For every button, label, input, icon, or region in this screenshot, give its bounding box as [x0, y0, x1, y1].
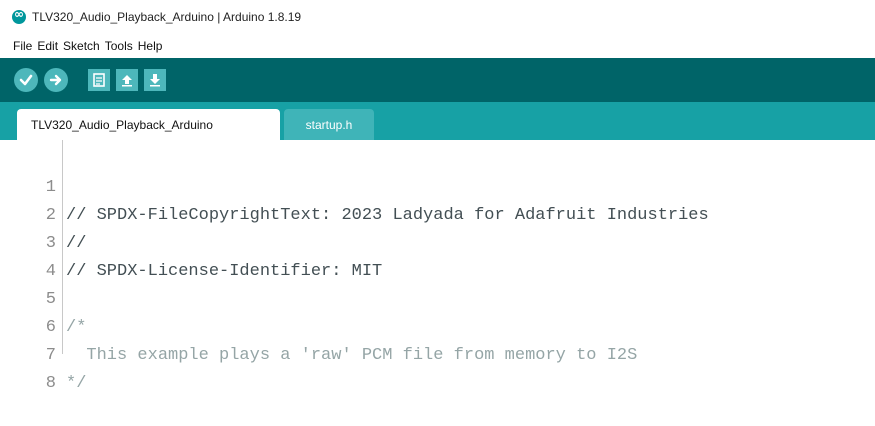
code-line: 8 [0, 342, 875, 393]
line-text: */ [66, 374, 87, 393]
arrow-down-icon [150, 74, 160, 87]
tab-tlv320-audio-playback-arduino[interactable]: TLV320_Audio_Playback_Arduino [17, 109, 280, 140]
tab-bar: TLV320_Audio_Playback_Arduino startup.h [0, 102, 875, 140]
arrow-right-icon [49, 74, 62, 86]
code-line: 3 // SPDX-License-Identifier: MIT [0, 202, 875, 281]
save-button[interactable] [144, 69, 166, 91]
menu-tools[interactable]: Tools [105, 39, 133, 53]
code-line: 5 /* [0, 258, 875, 337]
arduino-logo-icon [12, 7, 26, 24]
window-title: TLV320_Audio_Playback_Arduino | Arduino … [32, 10, 302, 24]
menu-sketch[interactable]: Sketch [63, 39, 100, 53]
menu-file[interactable]: File [13, 39, 32, 53]
code-line: 6 This example plays a 'raw' PCM file fr… [0, 286, 875, 365]
arrow-up-icon [122, 75, 132, 87]
menu-bar: File Edit Sketch Tools Help [0, 34, 875, 58]
verify-button[interactable] [14, 68, 38, 92]
toolbar [0, 58, 875, 102]
code-line: 2 // [0, 174, 875, 253]
open-button[interactable] [116, 69, 138, 91]
upload-button[interactable] [44, 68, 68, 92]
title-bar: TLV320_Audio_Playback_Arduino | Arduino … [0, 0, 875, 34]
menu-help[interactable]: Help [138, 39, 163, 53]
code-line: 4 [0, 230, 875, 281]
line-number: 8 [45, 374, 56, 393]
checkmark-icon [19, 74, 33, 86]
new-file-icon [93, 73, 105, 87]
code-line: 7 */ [0, 314, 875, 393]
tab-startup-h[interactable]: startup.h [284, 109, 374, 140]
new-button[interactable] [88, 69, 110, 91]
menu-edit[interactable]: Edit [37, 39, 58, 53]
code-line: 1 // SPDX-FileCopyrightText: 2023 Ladyad… [0, 146, 875, 225]
